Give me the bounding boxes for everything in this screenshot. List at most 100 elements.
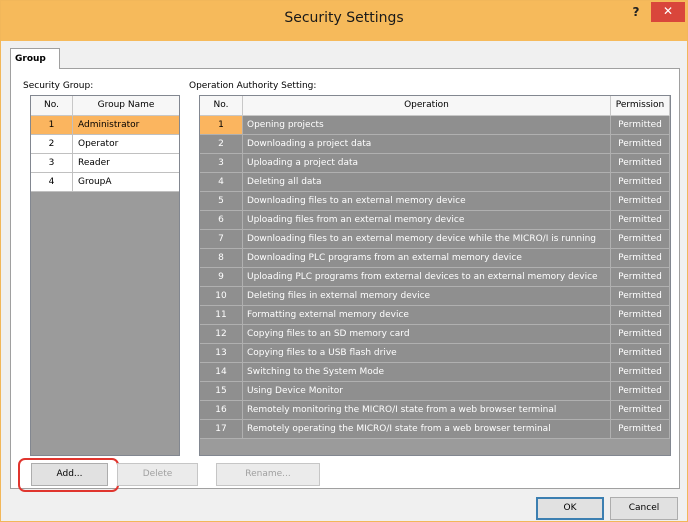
- permission-cell: Permitted: [611, 249, 670, 268]
- operation-number-cell: 3: [200, 154, 243, 173]
- group-number-cell: 4: [31, 173, 73, 192]
- table-row[interactable]: 16 Remotely monitoring the MICRO/I state …: [200, 401, 670, 420]
- table-row[interactable]: 9 Uploading PLC programs from external de…: [200, 268, 670, 287]
- permission-cell: Permitted: [611, 154, 670, 173]
- security-group-label: Security Group:: [23, 81, 94, 91]
- operation-name-cell: Uploading PLC programs from external dev…: [243, 268, 611, 287]
- permission-cell: Permitted: [611, 135, 670, 154]
- permission-cell: Permitted: [611, 230, 670, 249]
- ok-button[interactable]: OK: [536, 497, 604, 520]
- table-row[interactable]: 3 Uploading a project data Permitted: [200, 154, 670, 173]
- table-row[interactable]: 3 Reader: [31, 154, 179, 173]
- operation-authority-label: Operation Authority Setting:: [189, 81, 317, 91]
- permission-cell: Permitted: [611, 116, 670, 135]
- operation-name-cell: Remotely monitoring the MICRO/I state fr…: [243, 401, 611, 420]
- operation-name-cell: Deleting all data: [243, 173, 611, 192]
- operation-number-cell: 14: [200, 363, 243, 382]
- operation-number-cell: 12: [200, 325, 243, 344]
- permission-cell: Permitted: [611, 211, 670, 230]
- table-row[interactable]: 1 Opening projects Permitted: [200, 116, 670, 135]
- group-name-cell: Administrator: [73, 116, 179, 135]
- table-row[interactable]: 10 Deleting files in external memory devi…: [200, 287, 670, 306]
- operation-name-cell: Downloading a project data: [243, 135, 611, 154]
- dialog-title: Security Settings: [284, 10, 404, 26]
- operation-name-cell: Copying files to a USB flash drive: [243, 344, 611, 363]
- operation-authority-grid[interactable]: No. Operation Permission 1 Opening projec…: [199, 95, 671, 456]
- operation-number-cell: 2: [200, 135, 243, 154]
- table-row[interactable]: 1 Administrator: [31, 116, 179, 135]
- operation-name-cell: Using Device Monitor: [243, 382, 611, 401]
- table-row[interactable]: 5 Downloading files to an external memory…: [200, 192, 670, 211]
- operation-number-cell: 13: [200, 344, 243, 363]
- table-row[interactable]: 2 Downloading a project data Permitted: [200, 135, 670, 154]
- operation-number-cell: 1: [200, 116, 243, 135]
- cancel-button[interactable]: Cancel: [610, 497, 678, 520]
- table-row[interactable]: 6 Uploading files from an external memory…: [200, 211, 670, 230]
- permission-cell: Permitted: [611, 420, 670, 439]
- group-name-cell: GroupA: [73, 173, 179, 192]
- operation-number-cell: 10: [200, 287, 243, 306]
- table-row[interactable]: 4 Deleting all data Permitted: [200, 173, 670, 192]
- permission-cell: Permitted: [611, 401, 670, 420]
- group-number-cell: 2: [31, 135, 73, 154]
- table-row[interactable]: 7 Downloading files to an external memory…: [200, 230, 670, 249]
- permission-cell: Permitted: [611, 192, 670, 211]
- table-row[interactable]: 8 Downloading PLC programs from an extern…: [200, 249, 670, 268]
- permission-cell: Permitted: [611, 287, 670, 306]
- table-row[interactable]: 17 Remotely operating the MICRO/I state f…: [200, 420, 670, 439]
- group-name-cell: Reader: [73, 154, 179, 173]
- operation-name-cell: Deleting files in external memory device: [243, 287, 611, 306]
- title-bar: Security Settings ? ✕: [1, 1, 687, 41]
- operation-name-cell: Uploading a project data: [243, 154, 611, 173]
- operation-name-cell: Downloading PLC programs from an externa…: [243, 249, 611, 268]
- security-group-grid[interactable]: No. Group Name 1 Administrator 2 Operator 3 R…: [30, 95, 180, 456]
- delete-button[interactable]: Delete: [117, 463, 198, 486]
- rename-button[interactable]: Rename...: [216, 463, 320, 486]
- operation-name-cell: Downloading files to an external memory …: [243, 192, 611, 211]
- table-row[interactable]: 15 Using Device Monitor Permitted: [200, 382, 670, 401]
- operation-number-cell: 11: [200, 306, 243, 325]
- operation-number-cell: 7: [200, 230, 243, 249]
- table-row[interactable]: 13 Copying files to a USB flash drive Perm…: [200, 344, 670, 363]
- tab-group[interactable]: Group: [10, 48, 60, 69]
- operation-number-cell: 4: [200, 173, 243, 192]
- column-header-no[interactable]: No.: [200, 96, 243, 116]
- operation-number-cell: 9: [200, 268, 243, 287]
- table-row[interactable]: 14 Switching to the System Mode Permitted: [200, 363, 670, 382]
- column-header-no[interactable]: No.: [31, 96, 73, 116]
- column-header-permission[interactable]: Permission: [611, 96, 670, 116]
- operation-number-cell: 16: [200, 401, 243, 420]
- permission-cell: Permitted: [611, 344, 670, 363]
- operation-number-cell: 15: [200, 382, 243, 401]
- permission-cell: Permitted: [611, 173, 670, 192]
- operation-name-cell: Downloading files to an external memory …: [243, 230, 611, 249]
- column-header-group-name[interactable]: Group Name: [73, 96, 179, 116]
- column-header-operation[interactable]: Operation: [243, 96, 611, 116]
- table-row[interactable]: 2 Operator: [31, 135, 179, 154]
- operation-number-cell: 17: [200, 420, 243, 439]
- permission-cell: Permitted: [611, 363, 670, 382]
- operation-name-cell: Switching to the System Mode: [243, 363, 611, 382]
- operation-name-cell: Uploading files from an external memory …: [243, 211, 611, 230]
- operation-name-cell: Formatting external memory device: [243, 306, 611, 325]
- permission-cell: Permitted: [611, 268, 670, 287]
- permission-cell: Permitted: [611, 306, 670, 325]
- operation-number-cell: 8: [200, 249, 243, 268]
- operation-number-cell: 6: [200, 211, 243, 230]
- security-settings-dialog: Security Settings ? ✕ Group Security Gro…: [0, 0, 688, 522]
- help-icon[interactable]: ?: [623, 3, 649, 23]
- group-name-cell: Operator: [73, 135, 179, 154]
- group-number-cell: 1: [31, 116, 73, 135]
- permission-cell: Permitted: [611, 325, 670, 344]
- operation-name-cell: Opening projects: [243, 116, 611, 135]
- group-number-cell: 3: [31, 154, 73, 173]
- table-row[interactable]: 11 Formatting external memory device Permi…: [200, 306, 670, 325]
- operation-name-cell: Copying files to an SD memory card: [243, 325, 611, 344]
- table-row[interactable]: 4 GroupA: [31, 173, 179, 192]
- operation-name-cell: Remotely operating the MICRO/I state fro…: [243, 420, 611, 439]
- permission-cell: Permitted: [611, 382, 670, 401]
- table-row[interactable]: 12 Copying files to an SD memory card Perm…: [200, 325, 670, 344]
- operation-number-cell: 5: [200, 192, 243, 211]
- close-icon[interactable]: ✕: [651, 2, 685, 22]
- highlight-annotation: [18, 458, 119, 492]
